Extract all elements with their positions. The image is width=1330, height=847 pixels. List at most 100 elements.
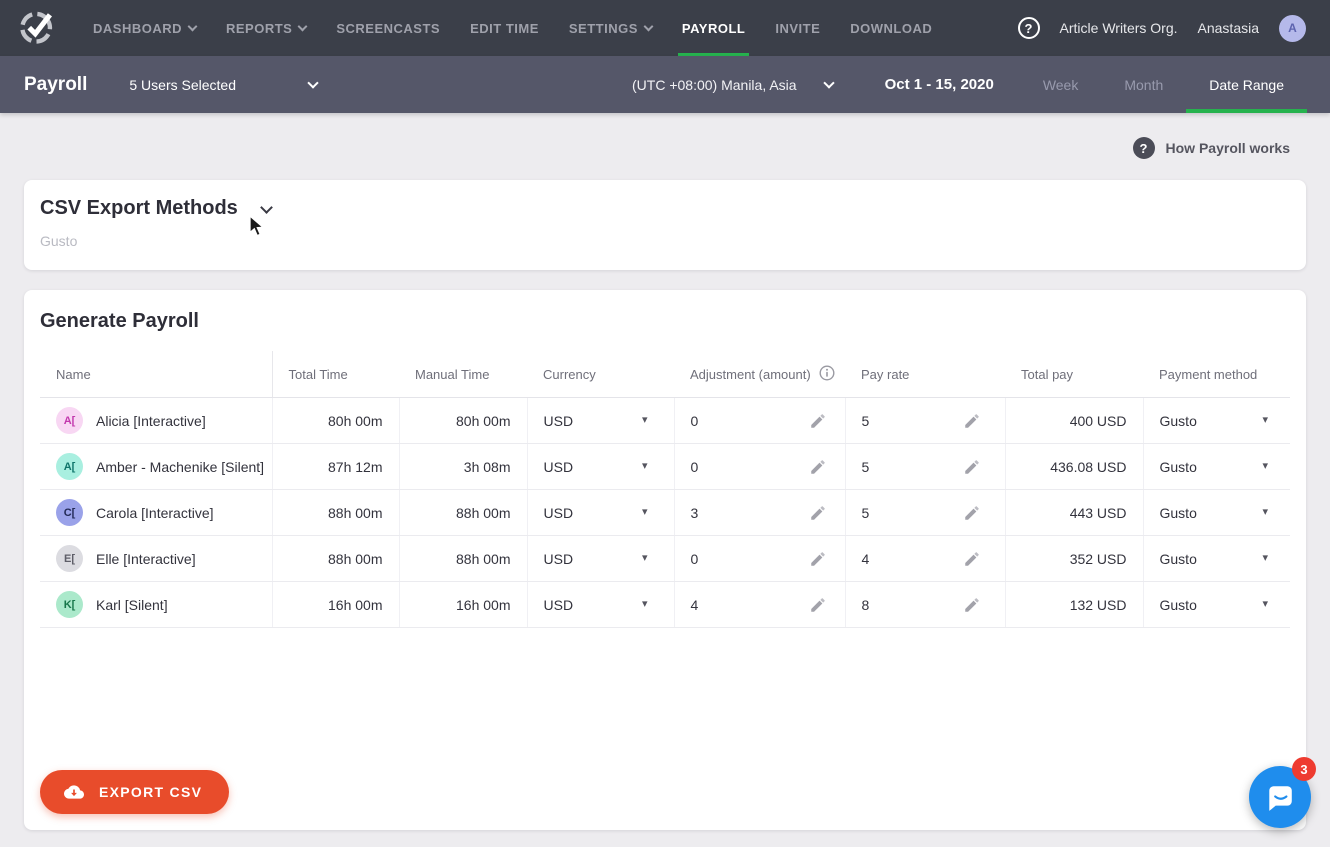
pay-rate-value: 8 [862,597,870,613]
user-avatar: K[ [56,591,83,618]
nav-settings[interactable]: SETTINGS [554,0,667,56]
total-pay-value: 132 USD [1005,582,1143,628]
edit-pay-rate-button[interactable] [963,458,981,476]
nav-reports[interactable]: REPORTS [211,0,321,56]
col-manual-time: Manual Time [399,351,527,398]
pencil-icon [963,550,981,568]
total-time-value: 80h 00m [272,398,399,444]
payment-method-select[interactable]: Gusto ▾ [1160,459,1275,475]
export-csv-label: EXPORT CSV [99,784,202,800]
nav-edit-time[interactable]: EDIT TIME [455,0,554,56]
edit-adjustment-button[interactable] [809,596,827,614]
main-content: ? How Payroll works CSV Export Methods G… [0,113,1330,830]
nav-dashboard[interactable]: DASHBOARD [78,0,211,56]
page-title: Payroll [24,56,87,113]
currency-value: USD [544,551,574,567]
caret-down-icon: ▾ [642,415,648,426]
chat-widget-button[interactable]: 3 [1249,766,1311,828]
edit-pay-rate-button[interactable] [963,412,981,430]
payment-method-select[interactable]: Gusto ▾ [1160,413,1275,429]
pencil-icon [809,596,827,614]
total-pay-value: 443 USD [1005,490,1143,536]
edit-adjustment-button[interactable] [809,458,827,476]
pay-rate-value: 5 [862,459,870,475]
user-avatar-menu[interactable]: A [1279,15,1306,42]
edit-adjustment-button[interactable] [809,412,827,430]
payroll-table: Name Total Time Manual Time Currency Adj… [40,351,1290,628]
caret-down-icon: ▾ [1262,507,1268,518]
csv-export-methods-title: CSV Export Methods [40,197,238,220]
col-payment-method: Payment method [1143,351,1290,398]
chevron-down-icon [188,21,198,31]
edit-pay-rate-button[interactable] [963,504,981,522]
tab-month[interactable]: Month [1101,56,1186,113]
currency-select[interactable]: USD ▾ [544,413,648,429]
chevron-down-icon [823,77,834,88]
user-name-label: Alicia [Interactive] [96,413,206,429]
chevron-down-icon [298,21,308,31]
nav-download[interactable]: DOWNLOAD [835,0,947,56]
payroll-subheader: Payroll 5 Users Selected (UTC +08:00) Ma… [0,56,1330,113]
info-icon[interactable] [819,365,835,384]
current-user-name[interactable]: Anastasia [1198,20,1259,36]
nav-label: DOWNLOAD [850,21,932,36]
col-total-pay: Total pay [1005,351,1143,398]
table-row: E[ Elle [Interactive] 88h 00m 88h 00m US… [40,536,1290,582]
payment-method-value: Gusto [1160,551,1197,567]
app-logo[interactable] [18,0,56,56]
user-avatar: C[ [56,499,83,526]
manual-time-value: 80h 00m [399,398,527,444]
pencil-icon [963,412,981,430]
total-pay-value: 436.08 USD [1005,444,1143,490]
nav-label: PAYROLL [682,21,745,36]
col-name: Name [40,351,272,398]
selected-export-method: Gusto [40,233,1290,249]
adjustment-value: 4 [691,597,699,613]
payment-method-value: Gusto [1160,459,1197,475]
csv-export-methods-dropdown[interactable]: CSV Export Methods [40,197,1290,220]
generate-payroll-card: Generate Payroll Name Total Time Manual … [24,290,1306,830]
col-total-time: Total Time [272,351,399,398]
edit-adjustment-button[interactable] [809,550,827,568]
payment-method-select[interactable]: Gusto ▾ [1160,551,1275,567]
payment-method-select[interactable]: Gusto ▾ [1160,505,1275,521]
chat-bubble-icon [1265,782,1295,812]
how-payroll-works-link[interactable]: ? How Payroll works [24,113,1306,159]
nav-label: INVITE [775,21,820,36]
currency-select[interactable]: USD ▾ [544,459,648,475]
date-range-label[interactable]: Oct 1 - 15, 2020 [885,56,994,113]
edit-adjustment-button[interactable] [809,504,827,522]
pay-rate-value: 5 [862,413,870,429]
currency-value: USD [544,413,574,429]
user-name-label: Carola [Interactive] [96,505,214,521]
nav-screencasts[interactable]: SCREENCASTS [321,0,455,56]
nav-payroll[interactable]: PAYROLL [667,0,760,56]
adjustment-value: 0 [691,551,699,567]
edit-pay-rate-button[interactable] [963,550,981,568]
currency-select[interactable]: USD ▾ [544,505,648,521]
currency-select[interactable]: USD ▾ [544,551,648,567]
tab-date-range[interactable]: Date Range [1186,56,1307,113]
currency-select[interactable]: USD ▾ [544,597,648,613]
tab-week[interactable]: Week [1020,56,1102,113]
how-payroll-works-label: How Payroll works [1166,140,1290,156]
pencil-icon [809,504,827,522]
edit-pay-rate-button[interactable] [963,596,981,614]
col-pay-rate: Pay rate [845,351,1005,398]
table-row: A[ Amber - Machenike [Silent] 87h 12m 3h… [40,444,1290,490]
table-row: C[ Carola [Interactive] 88h 00m 88h 00m … [40,490,1290,536]
pencil-icon [809,458,827,476]
export-csv-button[interactable]: EXPORT CSV [40,770,229,814]
organization-name[interactable]: Article Writers Org. [1060,20,1178,36]
help-icon[interactable]: ? [1018,17,1040,39]
users-selected-dropdown[interactable]: 5 Users Selected [129,56,317,113]
nav-invite[interactable]: INVITE [760,0,835,56]
payment-method-select[interactable]: Gusto ▾ [1160,597,1275,613]
caret-down-icon: ▾ [1262,599,1268,610]
table-row: K[ Karl [Silent] 16h 00m 16h 00m USD ▾ 4 [40,582,1290,628]
timezone-dropdown[interactable]: (UTC +08:00) Manila, Asia [632,56,833,113]
total-pay-value: 400 USD [1005,398,1143,444]
chevron-down-icon [308,77,319,88]
chevron-down-icon [643,21,653,31]
pencil-icon [963,504,981,522]
